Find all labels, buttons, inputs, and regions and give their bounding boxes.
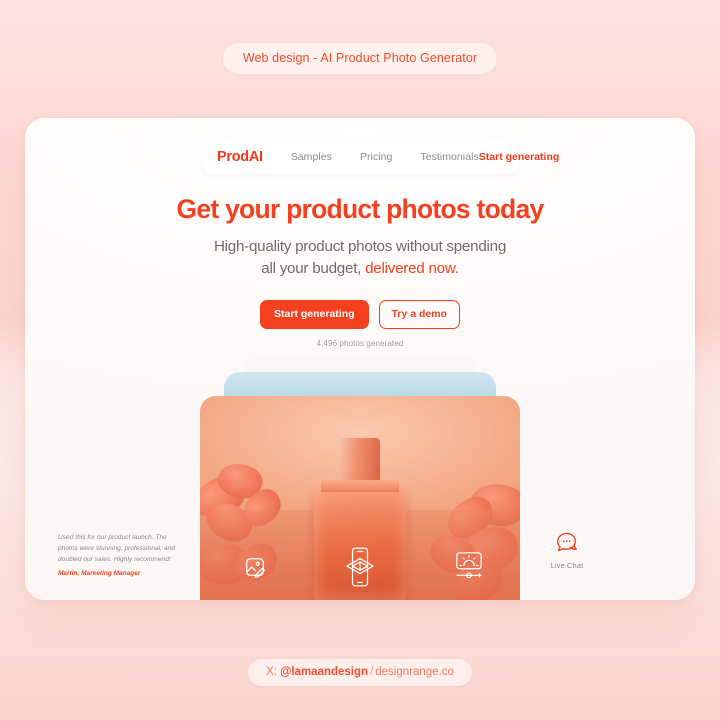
- hero-subtitle: High-quality product photos without spen…: [25, 236, 695, 280]
- nav-item-pricing[interactable]: Pricing: [360, 151, 392, 163]
- stack-layer-product-photo[interactable]: [200, 396, 520, 600]
- brightness-slider-icon[interactable]: [454, 550, 484, 580]
- footer-separator: /: [370, 666, 374, 678]
- footer-site[interactable]: designrange.co: [375, 666, 454, 678]
- nav-item-samples[interactable]: Samples: [291, 151, 332, 163]
- photos-generated-count: 4,496 photos generated: [316, 338, 404, 348]
- testimonial-block: Used this for our product launch. The ph…: [58, 532, 176, 577]
- footer-prefix: X:: [266, 666, 281, 678]
- page-title-badge: Web design - AI Product Photo Generator: [222, 43, 498, 74]
- start-generating-button[interactable]: Start generating: [260, 299, 369, 329]
- hero-section: Get your product photos today High-quali…: [25, 194, 695, 348]
- image-card-stack: [200, 358, 520, 600]
- hero-subtitle-line2: all your budget,: [261, 260, 366, 278]
- live-chat-label: Live Chat: [550, 561, 584, 570]
- hero-subtitle-line1: High-quality product photos without spen…: [213, 238, 507, 256]
- footer-handle[interactable]: @lamaandesign: [280, 666, 368, 678]
- brand-logo[interactable]: ProdAI: [217, 149, 263, 165]
- hero-subtitle-accent: delivered now.: [365, 260, 459, 278]
- image-edit-icon[interactable]: [244, 556, 266, 578]
- testimonial-author: Martin, Marketing Manager: [58, 569, 141, 577]
- testimonial-quote: Used this for our product launch. The ph…: [58, 534, 175, 564]
- bottle-cap: [340, 438, 380, 482]
- cta-button-row: Start generating Try a demo: [25, 299, 695, 329]
- app-window-card: ProdAI Samples Pricing Testimonials Star…: [25, 118, 695, 600]
- page-title: Get your product photos today: [176, 194, 545, 224]
- app-window-content: ProdAI Samples Pricing Testimonials Star…: [25, 118, 695, 600]
- footer-credit-badge: X: @lamaandesign / designrange.co: [248, 659, 472, 686]
- nav-links: Samples Pricing Testimonials: [291, 151, 479, 163]
- try-demo-button[interactable]: Try a demo: [378, 299, 460, 329]
- ar-phone-cube-icon[interactable]: [345, 546, 375, 588]
- navbar: ProdAI Samples Pricing Testimonials Star…: [203, 140, 559, 174]
- chat-bubble-icon: [539, 530, 595, 556]
- nav-start-generating-link[interactable]: Start generating: [479, 151, 560, 163]
- nav-item-testimonials[interactable]: Testimonials: [420, 151, 478, 163]
- live-chat-widget[interactable]: Live Chat: [539, 530, 595, 570]
